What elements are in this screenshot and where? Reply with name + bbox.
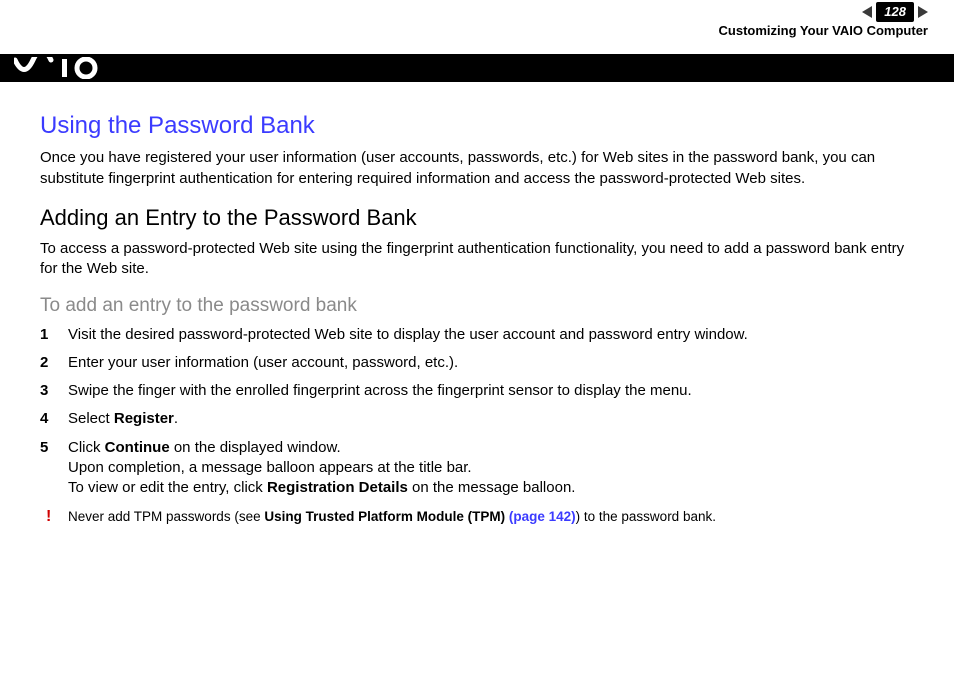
note-text: ) to the password bank. [576,509,716,524]
step-text: Upon completion, a message balloon appea… [68,459,472,476]
intro-paragraph: Once you have registered your user infor… [40,148,914,189]
prev-page-arrow-icon[interactable] [862,6,872,18]
vaio-logo-icon [14,57,110,79]
step-bold: Continue [105,439,170,456]
step-bold: Register [114,410,174,427]
note-bold: Using Trusted Platform Module (TPM) [264,509,509,524]
page-navigation: 128 [862,2,928,22]
warning-icon: ! [46,506,51,528]
next-page-arrow-icon[interactable] [918,6,928,18]
subsection-title: Adding an Entry to the Password Bank [40,203,914,233]
page-link[interactable]: (page 142) [509,509,576,524]
warning-note: ! Never add TPM passwords (see Using Tru… [40,508,914,526]
breadcrumb[interactable]: Customizing Your VAIO Computer [719,22,928,40]
page-number-badge: 128 [876,2,914,22]
steps-list: Visit the desired password-protected Web… [40,325,914,499]
list-item: Click Continue on the displayed window. … [40,438,914,499]
subsection-paragraph: To access a password-protected Web site … [40,239,914,280]
page-content: Using the Password Bank Once you have re… [0,82,954,527]
list-item: Visit the desired password-protected Web… [40,325,914,345]
step-text: Click [68,439,105,456]
procedure-title: To add an entry to the password bank [40,293,914,319]
list-item: Enter your user information (user accoun… [40,353,914,373]
step-text: To view or edit the entry, click [68,479,267,496]
list-item: Select Register. [40,409,914,429]
step-bold: Registration Details [267,479,408,496]
section-title: Using the Password Bank [40,110,914,142]
step-text: on the displayed window. [170,439,341,456]
note-text: Never add TPM passwords (see [68,509,264,524]
header-band [0,54,954,82]
step-text: . [174,410,178,427]
step-text: Select [68,410,114,427]
step-text: on the message balloon. [408,479,576,496]
list-item: Swipe the finger with the enrolled finge… [40,381,914,401]
